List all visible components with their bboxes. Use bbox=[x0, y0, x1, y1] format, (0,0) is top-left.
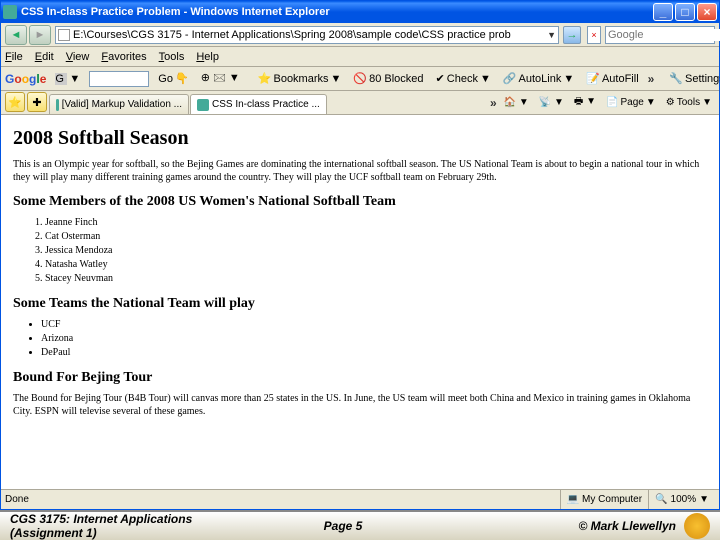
security-zone: 💻 My Computer bbox=[560, 490, 648, 509]
ie-icon bbox=[3, 5, 17, 19]
list-item: Jeanne Finch bbox=[45, 216, 707, 230]
add-favorites-button[interactable]: ✚ bbox=[27, 92, 47, 112]
feeds-button[interactable]: 📡 ▼ bbox=[536, 96, 567, 109]
search-field[interactable]: 🔍 bbox=[605, 26, 715, 44]
minimize-button[interactable]: _ bbox=[653, 3, 673, 21]
forward-button[interactable]: ► bbox=[29, 25, 51, 45]
ucf-logo-icon bbox=[684, 513, 710, 539]
more-tabs-icon[interactable]: » bbox=[490, 96, 497, 110]
teams-heading: Some Teams the National Team will play bbox=[13, 296, 707, 312]
intro-paragraph: This is an Olympic year for softball, so… bbox=[13, 158, 707, 184]
google-toolbar: Google G▼ Go 👇 ⊕ 🖂 ▼ ⭐ Bookmarks▼ 🚫 80 B… bbox=[1, 67, 719, 91]
list-item: Cat Osterman bbox=[45, 230, 707, 244]
tab-validation[interactable]: [Valid] Markup Validation ... bbox=[49, 94, 189, 114]
tour-heading: Bound For Bejing Tour bbox=[13, 370, 707, 386]
google-go-button[interactable]: Go 👇 bbox=[155, 71, 191, 86]
tab-icon bbox=[197, 99, 209, 111]
list-item: Natasha Watley bbox=[45, 258, 707, 272]
address-input[interactable] bbox=[73, 29, 547, 41]
bookmarks-button[interactable]: ⭐ Bookmarks▼ bbox=[255, 71, 345, 86]
members-heading: Some Members of the 2008 US Women's Nati… bbox=[13, 194, 707, 210]
menu-help[interactable]: Help bbox=[196, 51, 219, 63]
list-item: Jessica Mendoza bbox=[45, 244, 707, 258]
status-text: Done bbox=[5, 494, 560, 505]
menu-favorites[interactable]: Favorites bbox=[101, 51, 146, 63]
tab-bar: ⭐ ✚ [Valid] Markup Validation ... CSS In… bbox=[1, 91, 719, 115]
footer-course: CGS 3175: Internet Applications (Assignm… bbox=[10, 512, 232, 540]
home-button[interactable]: 🏠 ▼ bbox=[501, 96, 532, 109]
footer-page: Page 5 bbox=[232, 519, 454, 533]
menu-bar: File Edit View Favorites Tools Help bbox=[1, 47, 719, 67]
menu-edit[interactable]: Edit bbox=[35, 51, 54, 63]
page-menu[interactable]: 📄 Page ▼ bbox=[603, 96, 659, 109]
window-title: CSS In-class Practice Problem - Windows … bbox=[21, 6, 653, 18]
google-search-input[interactable] bbox=[89, 71, 149, 87]
zoom-level[interactable]: 🔍 100% ▼ bbox=[648, 490, 715, 509]
list-item: UCF bbox=[41, 318, 707, 332]
tab-tools: » 🏠 ▼ 📡 ▼ 🖶 ▼ 📄 Page ▼ ⚙ Tools ▼ bbox=[490, 93, 715, 112]
close-button[interactable]: × bbox=[697, 3, 717, 21]
page-content: 2008 Softball Season This is an Olympic … bbox=[1, 115, 719, 489]
back-button[interactable]: ◄ bbox=[5, 25, 27, 45]
check-button[interactable]: ✔ Check ▼ bbox=[433, 71, 494, 86]
slide-footer: CGS 3175: Internet Applications (Assignm… bbox=[0, 510, 720, 540]
tools-menu[interactable]: ⚙ Tools ▼ bbox=[663, 96, 715, 109]
status-bar: Done 💻 My Computer 🔍 100% ▼ bbox=[1, 489, 719, 509]
list-item: Stacey Neuvman bbox=[45, 272, 707, 286]
browser-window: CSS In-class Practice Problem - Windows … bbox=[0, 0, 720, 510]
address-bar-row: ◄ ► ▼ → × 🔍 bbox=[1, 23, 719, 47]
autolink-button[interactable]: 🔗 AutoLink ▼ bbox=[500, 71, 577, 86]
more-chevron-icon[interactable]: » bbox=[648, 72, 655, 86]
footer-author: © Mark Llewellyn bbox=[454, 519, 676, 533]
google-options[interactable]: ⊕ 🖂 ▼ bbox=[198, 68, 243, 89]
teams-list: UCF Arizona DePaul bbox=[41, 318, 707, 360]
google-search-dropdown[interactable]: G▼ bbox=[52, 72, 83, 86]
list-item: Arizona bbox=[41, 332, 707, 346]
print-button[interactable]: 🖶 ▼ bbox=[571, 93, 599, 112]
settings-button[interactable]: 🔧 Settings▼ bbox=[666, 71, 720, 86]
window-buttons: _ □ × bbox=[653, 3, 717, 21]
favorites-center-button[interactable]: ⭐ bbox=[5, 92, 25, 112]
tab-icon bbox=[56, 99, 59, 111]
address-dropdown-icon[interactable]: ▼ bbox=[547, 30, 556, 40]
nav-buttons: ◄ ► bbox=[5, 25, 51, 45]
maximize-button[interactable]: □ bbox=[675, 3, 695, 21]
autofill-button[interactable]: 📝 AutoFill bbox=[583, 71, 641, 86]
menu-file[interactable]: File bbox=[5, 51, 23, 63]
list-item: DePaul bbox=[41, 346, 707, 360]
address-field[interactable]: ▼ bbox=[55, 26, 559, 44]
tab-css-practice[interactable]: CSS In-class Practice ... bbox=[190, 94, 327, 114]
stop-button[interactable]: × bbox=[587, 26, 601, 44]
popup-blocked-button[interactable]: 🚫 80 Blocked bbox=[350, 71, 426, 86]
members-list: Jeanne Finch Cat Osterman Jessica Mendoz… bbox=[45, 216, 707, 286]
tour-paragraph: The Bound for Bejing Tour (B4B Tour) wil… bbox=[13, 392, 707, 418]
google-logo[interactable]: Google bbox=[5, 72, 46, 86]
menu-view[interactable]: View bbox=[66, 51, 90, 63]
title-bar: CSS In-class Practice Problem - Windows … bbox=[1, 1, 719, 23]
menu-tools[interactable]: Tools bbox=[159, 51, 185, 63]
page-h1: 2008 Softball Season bbox=[13, 127, 707, 150]
document-icon bbox=[58, 29, 70, 41]
search-input[interactable] bbox=[608, 29, 720, 41]
go-button[interactable]: → bbox=[563, 26, 581, 44]
